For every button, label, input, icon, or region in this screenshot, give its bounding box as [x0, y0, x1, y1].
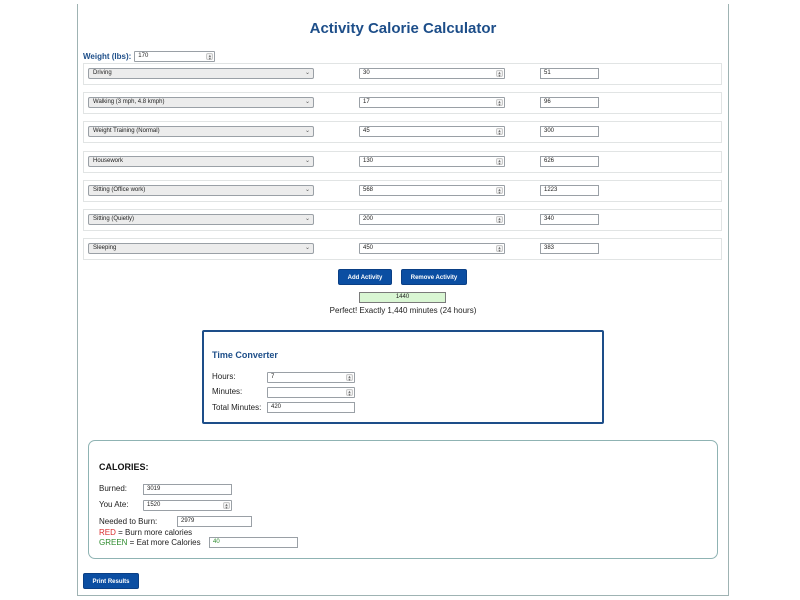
chevron-down-icon: ⌄: [304, 128, 310, 134]
activity-calories-field[interactable]: 96: [540, 97, 599, 108]
spin-arrows-icon[interactable]: ▲ ▼: [496, 128, 503, 136]
chevron-down-icon: ⌄: [304, 245, 310, 251]
spin-arrows-icon[interactable]: ▲ ▼: [346, 389, 353, 397]
activity-row: Sleeping ⌄ 450 ▲ ▼ 383: [83, 238, 722, 260]
activity-select-value: Driving: [93, 70, 112, 76]
activity-row: Weight Training (Normal) ⌄ 45 ▲ ▼ 300: [83, 121, 722, 143]
green-legend: GREEN = Eat more Calories: [99, 538, 201, 547]
activity-select-value: Sitting (Office work): [93, 187, 146, 193]
activity-select-value: Walking (3 mph, 4.8 kmph): [93, 99, 165, 105]
activity-row: Housework ⌄ 130 ▲ ▼ 626: [83, 151, 722, 173]
red-legend: RED = Burn more calories: [99, 528, 192, 537]
activity-calories-field[interactable]: 1223: [540, 185, 599, 196]
activity-minutes-value: 45: [363, 128, 370, 134]
time-converter-title: Time Converter: [212, 350, 278, 360]
activity-select-value: Sitting (Quietly): [93, 216, 135, 222]
activity-minutes-input[interactable]: 200 ▲ ▼: [359, 214, 505, 225]
spin-arrows-icon[interactable]: ▲ ▼: [496, 70, 503, 78]
spin-arrows-icon[interactable]: ▲ ▼: [223, 502, 230, 510]
activity-minutes-value: 450: [363, 245, 374, 251]
red-legend-word: RED: [99, 528, 116, 537]
print-results-button[interactable]: Print Results: [83, 573, 139, 589]
calories-title: CALORIES:: [99, 462, 149, 472]
activity-select-value: Weight Training (Normal): [93, 128, 160, 134]
activity-calories-field[interactable]: 300: [540, 126, 599, 137]
activity-minutes-input[interactable]: 130 ▲ ▼: [359, 156, 505, 167]
activity-minutes-value: 30: [363, 70, 370, 76]
you-ate-label: You Ate:: [99, 500, 129, 509]
page-title: Activity Calorie Calculator: [309, 20, 497, 37]
hours-value: 7: [271, 374, 275, 380]
green-legend-text: = Eat more Calories: [127, 538, 201, 547]
spin-arrows-icon[interactable]: ▲ ▼: [346, 374, 353, 382]
spin-arrows-icon[interactable]: ▲ ▼: [496, 99, 503, 107]
needed-to-burn-field[interactable]: 2979: [177, 516, 252, 527]
weight-value: 170: [138, 53, 149, 59]
activity-minutes-input[interactable]: 45 ▲ ▼: [359, 126, 505, 137]
activity-row: Driving ⌄ 30 ▲ ▼ 51: [83, 63, 722, 85]
spin-arrows-icon[interactable]: ▲ ▼: [496, 216, 503, 224]
activity-minutes-input[interactable]: 30 ▲ ▼: [359, 68, 505, 79]
chevron-down-icon: ⌄: [304, 187, 310, 193]
hours-input[interactable]: 7 ▲ ▼: [267, 372, 355, 383]
activity-minutes-input[interactable]: 450 ▲ ▼: [359, 243, 505, 254]
green-legend-word: GREEN: [99, 538, 128, 547]
total-minutes-field[interactable]: 420: [267, 402, 355, 413]
red-legend-text: = Burn more calories: [115, 528, 193, 537]
chevron-down-icon: ⌄: [304, 99, 310, 105]
spin-arrows-icon[interactable]: ▲ ▼: [496, 245, 503, 253]
spin-arrows-icon[interactable]: ▲ ▼: [496, 158, 503, 166]
activity-select[interactable]: Sleeping ⌄: [88, 243, 314, 254]
you-ate-input[interactable]: 1520 ▲ ▼: [143, 500, 232, 511]
weight-input[interactable]: 170 ▲ ▼: [134, 51, 216, 62]
spin-arrows-icon[interactable]: ▲ ▼: [206, 53, 214, 61]
needed-to-burn-label: Needed to Burn:: [99, 517, 158, 526]
activity-minutes-input[interactable]: 568 ▲ ▼: [359, 185, 505, 196]
activity-calories-field[interactable]: 626: [540, 156, 599, 167]
activity-minutes-value: 17: [363, 99, 370, 105]
activity-minutes-value: 568: [363, 187, 374, 193]
burned-label: Burned:: [99, 484, 128, 493]
total-minutes-label: Total Minutes:: [212, 403, 262, 412]
activity-calories-field[interactable]: 51: [540, 68, 599, 79]
chevron-down-icon: ⌄: [304, 70, 310, 76]
total-status-message: Perfect! Exactly 1,440 minutes (24 hours…: [329, 306, 477, 315]
activity-minutes-value: 130: [363, 158, 374, 164]
calories-panel: CALORIES: Burned: 3019 You Ate: 1520 ▲ ▼ …: [88, 440, 718, 559]
you-ate-value: 1520: [147, 502, 161, 508]
minutes-input[interactable]: ▲ ▼: [267, 387, 355, 398]
weight-row: Weight (lbs): 170 ▲ ▼: [83, 51, 216, 62]
burned-field[interactable]: 3019: [143, 484, 232, 495]
total-minutes-display: 1440: [359, 292, 446, 303]
minutes-label: Minutes:: [212, 387, 243, 396]
activity-row: Walking (3 mph, 4.8 kmph) ⌄ 17 ▲ ▼ 96: [83, 92, 722, 114]
time-converter-panel: Time Converter Hours: 7 ▲ ▼ Minutes: ▲ ▼ T…: [202, 330, 604, 424]
remove-activity-button[interactable]: Remove Activity: [401, 269, 467, 285]
weight-label: Weight (lbs):: [83, 52, 132, 61]
activity-minutes-input[interactable]: 17 ▲ ▼: [359, 97, 505, 108]
activity-select[interactable]: Sitting (Office work) ⌄: [88, 185, 314, 196]
spin-arrows-icon[interactable]: ▲ ▼: [496, 187, 503, 195]
activity-minutes-value: 200: [363, 216, 374, 222]
green-value-field[interactable]: 40: [209, 537, 298, 548]
activity-calories-field[interactable]: 383: [540, 243, 599, 254]
hours-label: Hours:: [212, 372, 236, 381]
activity-select-value: Housework: [93, 158, 124, 164]
activity-select[interactable]: Sitting (Quietly) ⌄: [88, 214, 314, 225]
chevron-down-icon: ⌄: [304, 158, 310, 164]
add-activity-button[interactable]: Add Activity: [338, 269, 392, 285]
activity-select-value: Sleeping: [93, 245, 117, 251]
activity-select[interactable]: Driving ⌄: [88, 68, 314, 79]
activity-select[interactable]: Weight Training (Normal) ⌄: [88, 126, 314, 137]
activity-calories-field[interactable]: 340: [540, 214, 599, 225]
activity-select[interactable]: Housework ⌄: [88, 156, 314, 167]
chevron-down-icon: ⌄: [304, 216, 310, 222]
activity-row: Sitting (Quietly) ⌄ 200 ▲ ▼ 340: [83, 209, 722, 231]
activity-row: Sitting (Office work) ⌄ 568 ▲ ▼ 1223: [83, 180, 722, 202]
activity-select[interactable]: Walking (3 mph, 4.8 kmph) ⌄: [88, 97, 314, 108]
